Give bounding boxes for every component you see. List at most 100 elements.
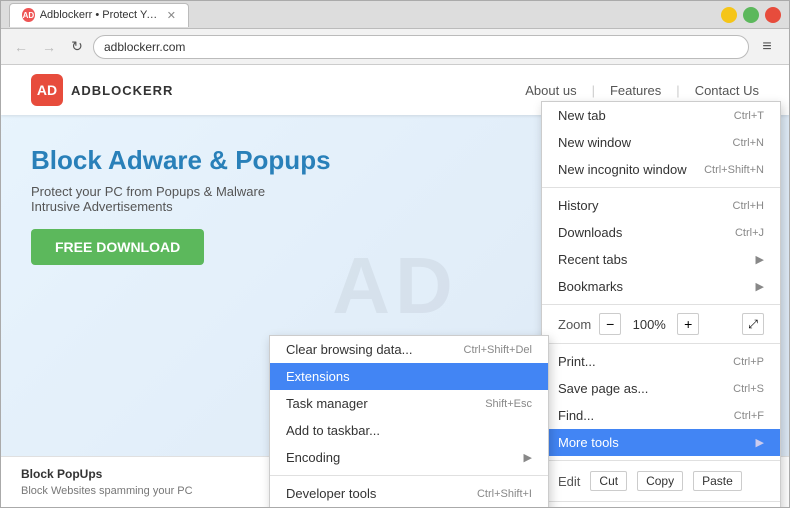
title-bar: AD Adblockerr • Protect Your... ✕ [1,1,789,29]
back-button[interactable]: ← [9,35,33,59]
menu-item-shortcut: Ctrl+F [734,410,764,422]
menu-separator [542,304,780,305]
menu-item-find---[interactable]: Find... Ctrl+F [542,402,780,429]
forward-button[interactable]: → [37,35,61,59]
menu-item-label: Recent tabs [558,252,627,267]
submenu-item-label: Clear browsing data... [286,342,412,357]
menu-item-new-window[interactable]: New window Ctrl+N [542,129,780,156]
logo-text: ADBLOCKERR [71,83,173,98]
menu-item-shortcut: ▶ [756,253,764,266]
site-nav-links: About us | Features | Contact Us [525,83,759,98]
logo-icon: AD [31,74,63,106]
submenu-item-encoding[interactable]: Encoding ▶ [270,444,548,471]
reload-button[interactable]: ↻ [65,35,89,59]
submenu-item-shortcut: Ctrl+Shift+Del [464,344,532,356]
maximize-button[interactable] [743,7,759,23]
submenu-item-label: Developer tools [286,486,376,501]
zoom-label: Zoom [558,317,591,332]
menu-item-label: Downloads [558,225,622,240]
submenu-item-shortcut: Shift+Esc [485,398,532,410]
zoom-fullscreen-button[interactable]: ⤢ [742,313,764,335]
browser-toolbar: ← → ↻ adblockerr.com ≡ [1,29,789,65]
feature-desc-0: Block Websites spamming your PC [21,485,257,497]
submenu-item-label: Task manager [286,396,368,411]
menu-item-label: More tools [558,435,619,450]
menu-item-save-page-as---[interactable]: Save page as... Ctrl+S [542,375,780,402]
more-tools-submenu: Clear browsing data... Ctrl+Shift+Del Ext… [269,335,549,507]
download-button[interactable]: FREE DOWNLOAD [31,229,204,265]
nav-separator-1: | [592,83,595,98]
menu-item-shortcut: Ctrl+N [733,137,764,149]
menu-item-shortcut: ▶ [756,280,764,293]
menu-separator [542,460,780,461]
menu-item-shortcut: Ctrl+Shift+N [704,164,764,176]
tab-title: Adblockerr • Protect Your... [40,9,159,21]
paste-button[interactable]: Paste [693,471,742,491]
menu-item-print---[interactable]: Print... Ctrl+P [542,348,780,375]
edit-label: Edit [558,474,580,489]
contact-us-link[interactable]: Contact Us [695,83,759,98]
menu-item-more-tools[interactable]: More tools ▶ [542,429,780,456]
submenu-item-add-to-taskbar---[interactable]: Add to taskbar... [270,417,548,444]
submenu-item-extensions[interactable]: Extensions [270,363,548,390]
copy-button[interactable]: Copy [637,471,683,491]
chrome-main-menu: New tab Ctrl+TNew window Ctrl+NNew incog… [541,101,781,507]
menu-item-shortcut: Ctrl+T [734,110,764,122]
zoom-row: Zoom − 100% + ⤢ [542,309,780,339]
menu-item-new-incognito-window[interactable]: New incognito window Ctrl+Shift+N [542,156,780,183]
submenu-item-clear-browsing-data---[interactable]: Clear browsing data... Ctrl+Shift+Del [270,336,548,363]
window-controls [721,7,781,23]
menu-item-shortcut: Ctrl+J [735,227,764,239]
feature-col-0: Block PopUps Block Websites spamming you… [21,467,257,497]
zoom-out-button[interactable]: − [599,313,621,335]
submenu-item-developer-tools[interactable]: Developer tools Ctrl+Shift+I [270,480,548,507]
menu-item-shortcut: Ctrl+H [733,200,764,212]
submenu-item-shortcut: Ctrl+Shift+I [477,488,532,500]
menu-item-label: History [558,198,598,213]
menu-separator [542,343,780,344]
zoom-value: 100% [629,317,669,332]
browser-tab[interactable]: AD Adblockerr • Protect Your... ✕ [9,3,189,27]
address-bar[interactable]: adblockerr.com [93,35,749,59]
submenu-item-label: Extensions [286,369,350,384]
menu-item-label: New incognito window [558,162,687,177]
features-link[interactable]: Features [610,83,661,98]
menu-item-label: Print... [558,354,596,369]
menu-item-label: Save page as... [558,381,648,396]
menu-item-downloads[interactable]: Downloads Ctrl+J [542,219,780,246]
menu-item-label: Bookmarks [558,279,623,294]
site-logo: AD ADBLOCKERR [31,74,173,106]
menu-item-shortcut: Ctrl+S [733,383,764,395]
nav-separator-2: | [676,83,679,98]
chrome-menu-button[interactable]: ≡ [753,35,781,59]
menu-separator [542,501,780,502]
menu-item-label: Find... [558,408,594,423]
menu-item-label: New window [558,135,631,150]
menu-separator [542,187,780,188]
menu-item-settings[interactable]: Settings [542,506,780,507]
menu-item-recent-tabs[interactable]: Recent tabs ▶ [542,246,780,273]
menu-item-new-tab[interactable]: New tab Ctrl+T [542,102,780,129]
tab-close-button[interactable]: ✕ [167,9,176,22]
menu-item-shortcut: ▶ [756,436,764,449]
menu-item-label: New tab [558,108,606,123]
menu-item-bookmarks[interactable]: Bookmarks ▶ [542,273,780,300]
close-button[interactable] [765,7,781,23]
submenu-item-label: Encoding [286,450,340,465]
about-us-link[interactable]: About us [525,83,576,98]
zoom-in-button[interactable]: + [677,313,699,335]
cut-button[interactable]: Cut [590,471,627,491]
menu-item-shortcut: Ctrl+P [733,356,764,368]
tab-favicon: AD [22,8,35,22]
address-text: adblockerr.com [104,40,185,54]
edit-row: Edit Cut Copy Paste [542,465,780,497]
submenu-item-label: Add to taskbar... [286,423,380,438]
submenu-item-task-manager[interactable]: Task manager Shift+Esc [270,390,548,417]
feature-title-0: Block PopUps [21,467,257,481]
submenu-item-shortcut: ▶ [524,451,532,464]
browser-frame: AD Adblockerr • Protect Your... ✕ ← → ↻ … [0,0,790,508]
submenu-separator [270,475,548,476]
minimize-button[interactable] [721,7,737,23]
page-content: AD ADBLOCKERR About us | Features | Cont… [1,65,789,507]
menu-item-history[interactable]: History Ctrl+H [542,192,780,219]
